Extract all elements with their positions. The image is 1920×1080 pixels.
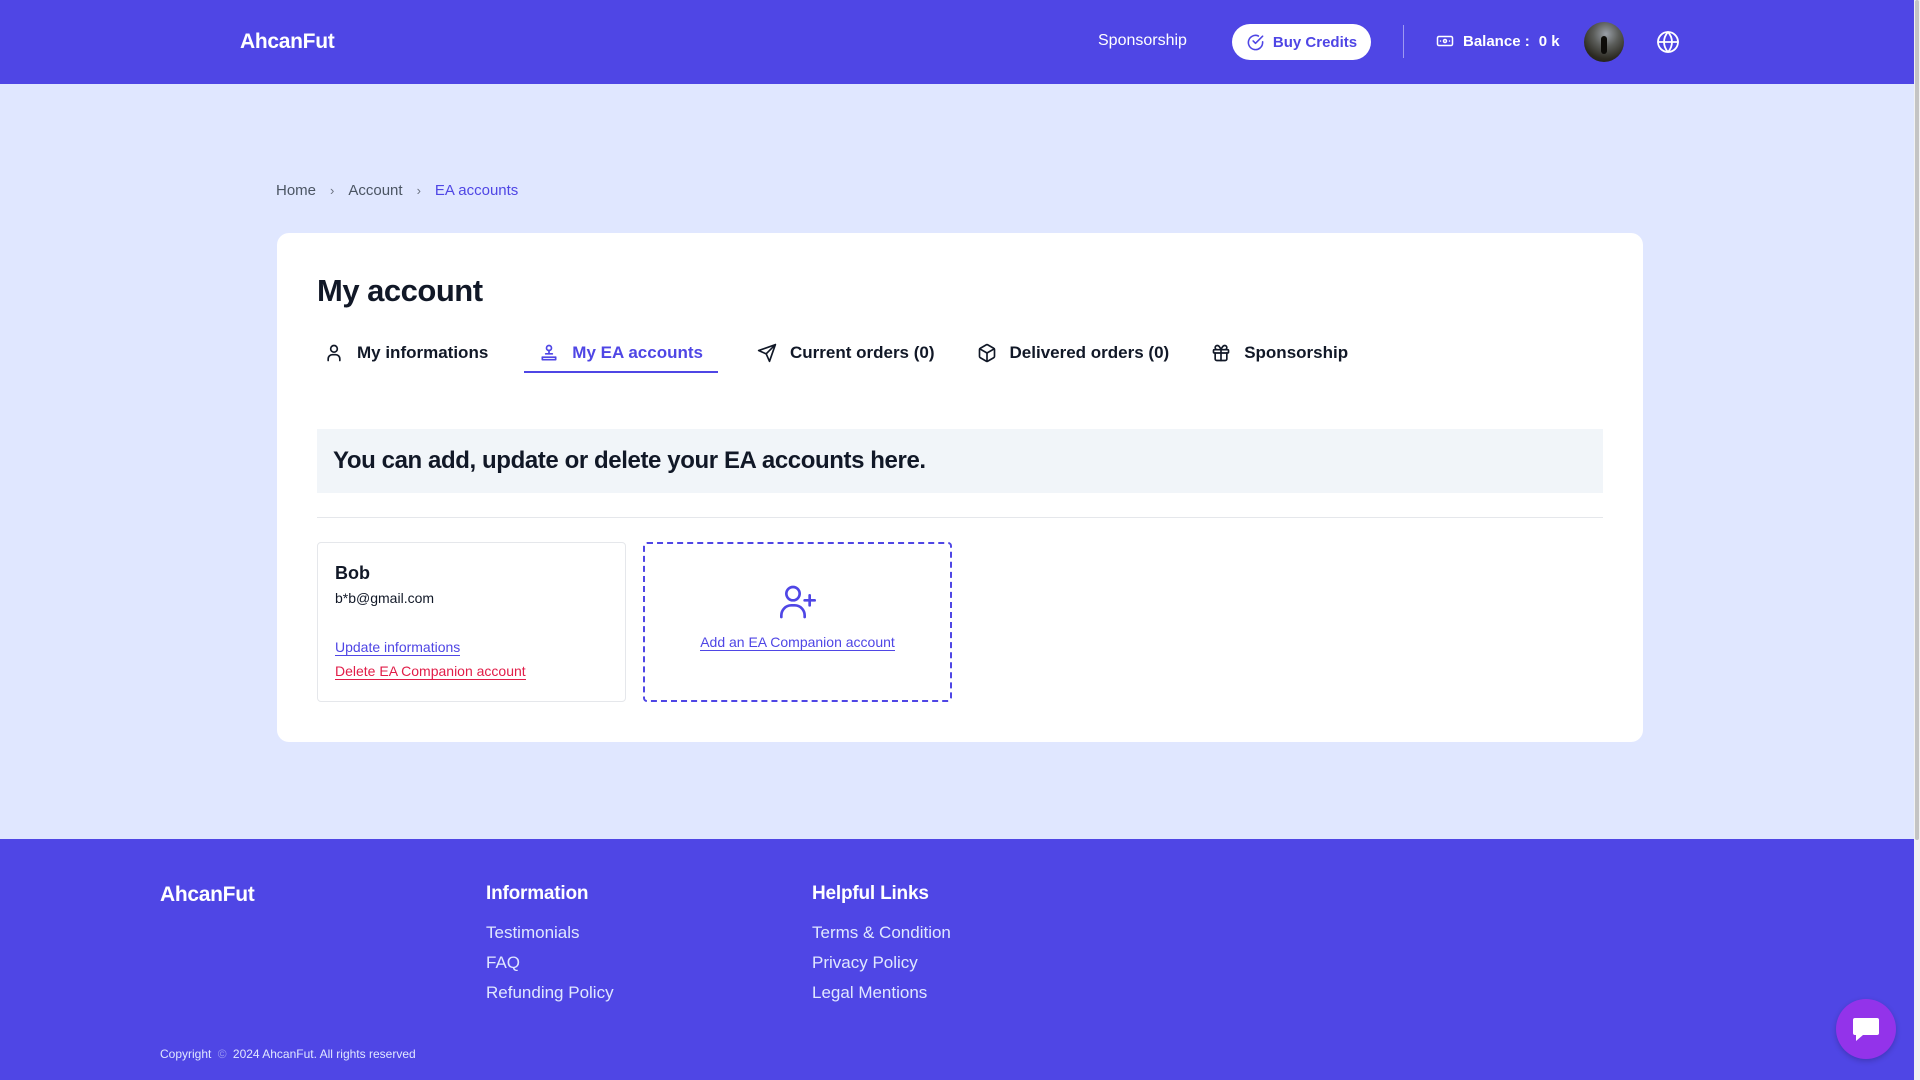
tab-my-ea-accounts[interactable]: My EA accounts: [524, 333, 718, 373]
footer-link-legal[interactable]: Legal Mentions: [812, 983, 951, 1003]
chevron-right-icon: ›: [416, 183, 421, 198]
page-title: My account: [317, 273, 483, 308]
footer-link-terms[interactable]: Terms & Condition: [812, 923, 951, 943]
gift-icon: [1212, 344, 1230, 362]
footer-link-faq[interactable]: FAQ: [486, 953, 614, 973]
footer-information-title: Information: [486, 883, 589, 904]
add-ea-account-button[interactable]: Add an EA Companion account: [643, 542, 952, 702]
chat-icon: [1853, 1018, 1879, 1041]
nav-sponsorship-link[interactable]: Sponsorship: [1098, 32, 1187, 50]
buy-credits-button[interactable]: Buy Credits: [1232, 24, 1371, 60]
footer-link-refunding-policy[interactable]: Refunding Policy: [486, 983, 614, 1003]
footer: AhcanFut Information Testimonials FAQ Re…: [0, 839, 1914, 1080]
info-banner: You can add, update or delete your EA ac…: [317, 429, 1603, 493]
top-navbar: AhcanFut Sponsorship Buy Credits Balance…: [0, 0, 1914, 84]
balance-value: 0 k: [1538, 32, 1560, 50]
check-circle-icon: [1247, 34, 1264, 50]
balance-display: Balance : 0 k: [1436, 32, 1560, 50]
update-informations-link[interactable]: Update informations: [335, 639, 461, 656]
account-card: My account My informations My EA account…: [277, 233, 1643, 742]
breadcrumb-account[interactable]: Account: [348, 182, 402, 199]
ea-account-name: Bob: [335, 563, 370, 583]
footer-link-testimonials[interactable]: Testimonials: [486, 923, 614, 943]
footer-brand[interactable]: AhcanFut: [160, 883, 255, 907]
chevron-right-icon: ›: [330, 183, 335, 198]
tab-label: My informations: [357, 343, 489, 362]
add-ea-account-label: Add an EA Companion account: [700, 634, 895, 651]
brand-logo[interactable]: AhcanFut: [240, 30, 335, 54]
breadcrumb: Home › Account › EA accounts: [276, 182, 518, 199]
copyright-text: 2024 AhcanFut. All rights reserved: [232, 1047, 416, 1061]
buy-credits-label: Buy Credits: [1272, 33, 1358, 51]
tab-label: My EA accounts: [572, 343, 703, 362]
copyright: Copyright © 2024 AhcanFut. All rights re…: [160, 1047, 416, 1061]
globe-icon[interactable]: [1656, 30, 1680, 54]
footer-information-column: Information Testimonials FAQ Refunding P…: [486, 883, 614, 1013]
chat-button[interactable]: [1836, 999, 1896, 1059]
balance-label: Balance :: [1463, 32, 1530, 50]
breadcrumb-ea-accounts[interactable]: EA accounts: [435, 182, 518, 199]
user-icon: [327, 344, 341, 362]
account-stack-icon: [541, 344, 557, 361]
footer-helpful-column: Helpful Links Terms & Condition Privacy …: [812, 883, 951, 1013]
ea-account-email: b*b@gmail.com: [335, 590, 435, 606]
account-tabs: My informations My EA accounts Current o…: [321, 333, 1387, 373]
breadcrumb-home[interactable]: Home: [276, 182, 316, 199]
tab-my-informations[interactable]: My informations: [321, 333, 491, 373]
tab-delivered-orders[interactable]: Delivered orders (0): [974, 333, 1173, 373]
footer-helpful-title: Helpful Links: [812, 883, 929, 904]
avatar[interactable]: [1584, 22, 1624, 62]
ea-account-card: Bob b*b@gmail.com Update informations De…: [317, 542, 626, 702]
cash-icon: [1436, 35, 1454, 47]
divider: [317, 517, 1603, 518]
tab-current-orders[interactable]: Current orders (0): [754, 333, 938, 373]
tab-label: Current orders (0): [789, 343, 935, 362]
tab-label: Delivered orders (0): [1009, 343, 1170, 362]
footer-link-privacy[interactable]: Privacy Policy: [812, 953, 951, 973]
box-icon: [978, 343, 995, 363]
send-icon: [757, 343, 777, 363]
user-plus-icon: [779, 585, 816, 619]
delete-ea-account-link[interactable]: Delete EA Companion account: [335, 663, 526, 680]
scrollbar-thumb[interactable]: [1915, 0, 1919, 840]
copyright-icon: ©: [217, 1047, 227, 1061]
header-divider: [1403, 25, 1404, 58]
tab-label: Sponsorship: [1244, 343, 1349, 362]
tab-sponsorship[interactable]: Sponsorship: [1208, 333, 1351, 373]
copyright-label: Copyright: [160, 1047, 212, 1061]
